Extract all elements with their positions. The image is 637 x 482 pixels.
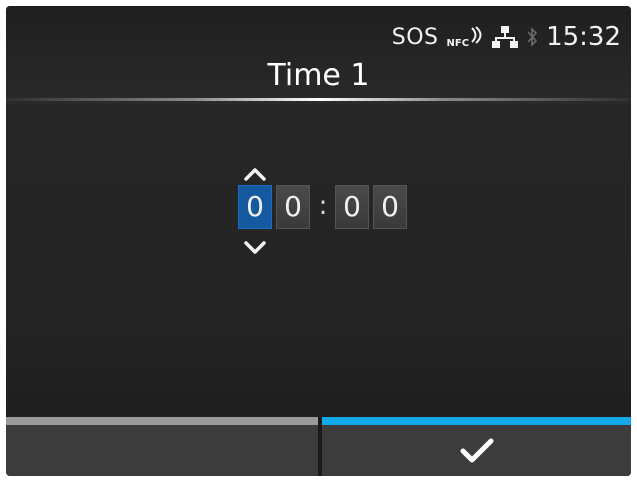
confirm-softkey[interactable] [322, 417, 631, 476]
sos-indicator: SOS [391, 24, 439, 50]
printer-display: SOS NFC 15:32 Time 1 0 0: 0 0 [6, 6, 631, 476]
checkmark-icon [460, 438, 493, 462]
clock: 15:32 [546, 22, 621, 52]
time-separator: : [318, 191, 328, 221]
increment-arrow-icon[interactable] [242, 164, 268, 184]
nfc-label: NFC [446, 37, 470, 49]
minute-tens-digit[interactable]: 0 [335, 185, 369, 229]
time-editor: 0 0 : 0 0 [6, 104, 631, 417]
decrement-arrow-icon[interactable] [242, 238, 268, 258]
minute-ones-digit[interactable]: 0 [373, 185, 407, 229]
header: SOS NFC 15:32 Time 1 [6, 6, 631, 104]
hour-ones-digit[interactable]: 0 [276, 185, 310, 229]
left-softkey[interactable] [6, 417, 318, 476]
network-icon [492, 26, 519, 48]
title-divider [6, 98, 631, 101]
status-bar: SOS NFC 15:32 [392, 20, 621, 54]
bluetooth-icon [527, 27, 538, 47]
page-title: Time 1 [267, 58, 370, 93]
hour-tens-digit[interactable]: 0 [238, 185, 272, 229]
nfc-indicator: NFC [446, 25, 485, 49]
nfc-signal-icon [471, 25, 482, 44]
